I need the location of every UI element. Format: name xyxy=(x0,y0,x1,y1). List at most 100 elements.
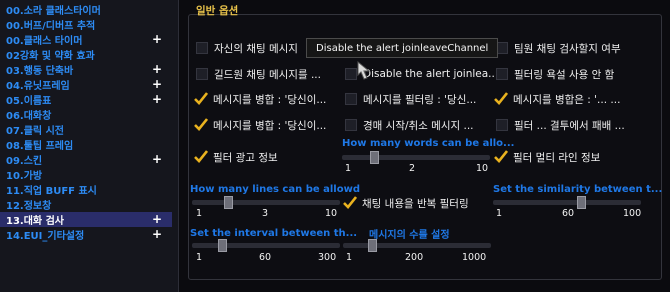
option-label: 필터 광고 정보 xyxy=(213,151,278,164)
sidebar-item-label: 07.클릭 시전 xyxy=(6,126,64,137)
sidebar-item-eui-misc[interactable]: 14.EUI_기타설정 + xyxy=(0,227,172,242)
sidebar-item-chat-frame[interactable]: 06.대화창 xyxy=(0,107,172,122)
option-own-chat-message[interactable]: 자신의 채팅 메시지 xyxy=(196,40,298,56)
slider-value[interactable]: 3 xyxy=(262,208,268,219)
sidebar-item-label: 14.EUI_기타설정 xyxy=(6,231,85,242)
option-auction-message[interactable]: 경매 시작/취소 메시지 ... xyxy=(345,117,474,133)
sidebar-item-sora-class-timer[interactable]: 00.소라 클래스타이머 xyxy=(0,2,172,17)
expand-icon[interactable]: + xyxy=(152,62,162,77)
sidebar-item-nameplate[interactable]: 05.이름표 + xyxy=(0,92,172,107)
slider-title-interval: Set the interval between th... xyxy=(190,228,358,239)
sidebar-item-click-cast[interactable]: 07.클릭 시전 xyxy=(0,122,172,137)
option-no-profanity-filter[interactable]: 필터링 욕설 사용 안 함 xyxy=(496,66,614,82)
slider-title-count: 메시지의 수를 설정 xyxy=(369,230,450,241)
sidebar-item-label: 13.대화 검사 xyxy=(6,216,64,227)
option-filter-repeat-chat[interactable]: 채팅 내용을 반복 필터링 xyxy=(343,195,469,211)
slider-value[interactable]: 60 xyxy=(562,208,574,219)
sidebar: 00.소라 클래스타이머 00.버프/디버프 추적 00.클래스 타이머 + 02… xyxy=(0,0,179,292)
checkmark-icon[interactable] xyxy=(494,150,508,164)
slider-max: 1000 xyxy=(462,252,487,263)
slider-track-words[interactable] xyxy=(342,155,490,160)
slider-max: 100 xyxy=(623,208,642,219)
expand-icon[interactable]: + xyxy=(152,32,162,47)
sidebar-item-buff-tracker[interactable]: 00.버프/디버프 추적 xyxy=(0,17,172,32)
slider-knob-count[interactable] xyxy=(368,239,377,252)
sidebar-item-label: 10.가방 xyxy=(6,171,43,182)
sidebar-item-unit-frame[interactable]: 04.유닛프레임 + xyxy=(0,77,172,92)
sidebar-item-label: 00.버프/디버프 추적 xyxy=(6,21,96,32)
tooltip: Disable the alert joinleaveChannel xyxy=(306,38,499,58)
slider-min: 1 xyxy=(346,252,353,263)
option-merge-message-1[interactable]: 메시지를 병합 : '당신이... xyxy=(194,91,326,107)
option-label: 메시지를 필터링 : '당신... xyxy=(363,93,477,106)
expand-icon[interactable] xyxy=(152,122,162,137)
slider-max: 10 xyxy=(476,163,489,174)
option-label: Disable the alert joinlea... xyxy=(363,68,499,80)
sidebar-item-label: 00.클래스 타이머 xyxy=(6,36,83,47)
sidebar-item-info-panel[interactable]: 12.정보창 xyxy=(0,197,172,212)
slider-max: 10 xyxy=(325,208,338,219)
sidebar-item-tooltip-frame[interactable]: 08.툴팁 프레임 xyxy=(0,137,172,152)
option-filter-ads[interactable]: 필터 광고 정보 xyxy=(194,149,278,165)
option-filter-multiline[interactable]: 필터 멀티 라인 정보 xyxy=(494,149,600,165)
checkmark-icon[interactable] xyxy=(494,92,508,106)
option-filter-duel-loss[interactable]: 필터 ... 결투에서 패배 ... xyxy=(496,117,625,133)
expand-icon[interactable] xyxy=(152,47,162,62)
expand-icon[interactable]: + xyxy=(152,77,162,92)
slider-min: 1 xyxy=(496,208,503,219)
checkmark-icon[interactable] xyxy=(343,196,357,210)
slider-value[interactable]: 200 xyxy=(405,252,423,263)
expand-icon[interactable]: + xyxy=(152,152,162,167)
expand-icon[interactable]: + xyxy=(152,92,162,107)
option-check-team-chat[interactable]: 팀원 채팅 검사할지 여부 xyxy=(496,40,621,56)
sidebar-item-label: 00.소라 클래스타이머 xyxy=(6,6,101,17)
option-guild-chat-message[interactable]: 길드원 채팅 메시지를 ... xyxy=(196,66,321,82)
expand-icon[interactable] xyxy=(152,167,162,182)
slider-value[interactable]: 60 xyxy=(259,252,271,263)
slider-track-similarity[interactable] xyxy=(493,200,641,205)
checkbox[interactable] xyxy=(345,93,357,105)
sidebar-item-label: 03.행동 단축바 xyxy=(6,66,74,77)
slider-value[interactable]: 2 xyxy=(409,163,415,174)
checkbox[interactable] xyxy=(196,42,208,54)
sidebar-item-action-bar[interactable]: 03.행동 단축바 + xyxy=(0,62,172,77)
expand-icon[interactable]: + xyxy=(152,227,162,242)
expand-icon[interactable] xyxy=(152,17,162,32)
sidebar-item-label: 12.정보창 xyxy=(6,201,52,212)
option-merge-message-2[interactable]: 메시지를 병합은 : '... ... xyxy=(494,91,620,107)
expand-icon[interactable]: + xyxy=(152,212,162,227)
option-label: 메시지를 병합은 : '... ... xyxy=(513,93,621,106)
option-merge-message-3[interactable]: 메시지를 병합 : '당신이... xyxy=(194,117,326,133)
sidebar-item-skin[interactable]: 09.스킨 + xyxy=(0,152,172,167)
slider-knob-similarity[interactable] xyxy=(577,196,586,209)
expand-icon[interactable] xyxy=(152,197,162,212)
expand-icon[interactable] xyxy=(152,182,162,197)
sidebar-item-label: 05.이름표 xyxy=(6,96,52,107)
checkbox[interactable] xyxy=(496,119,508,131)
slider-track-lines[interactable] xyxy=(192,200,340,205)
sidebar-item-bag[interactable]: 10.가방 xyxy=(0,167,172,182)
slider-knob-words[interactable] xyxy=(370,151,379,164)
expand-icon[interactable] xyxy=(152,2,162,17)
sidebar-item-chat-check[interactable]: 13.대화 검사 + xyxy=(0,212,172,227)
slider-min: 1 xyxy=(196,252,203,263)
sidebar-item-class-buff[interactable]: 11.직업 BUFF 표시 xyxy=(0,182,172,197)
section-title: 일반 옵션 xyxy=(196,5,239,17)
checkbox[interactable] xyxy=(496,68,508,80)
slider-knob-interval[interactable] xyxy=(218,239,227,252)
expand-icon[interactable] xyxy=(152,107,162,122)
checkmark-icon[interactable] xyxy=(194,92,208,106)
sidebar-item-class-timer[interactable]: 00.클래스 타이머 + xyxy=(0,32,172,47)
slider-track-count[interactable] xyxy=(343,243,491,248)
slider-track-interval[interactable] xyxy=(192,243,340,248)
option-label: 필터링 욕설 사용 안 함 xyxy=(514,68,615,81)
checkmark-icon[interactable] xyxy=(194,118,208,132)
checkbox[interactable] xyxy=(196,68,208,80)
expand-icon[interactable] xyxy=(152,137,162,152)
slider-knob-lines[interactable] xyxy=(224,196,233,209)
sidebar-item-buff-debuff[interactable]: 02강화 및 약화 효과 xyxy=(0,47,172,62)
checkmark-icon[interactable] xyxy=(194,150,208,164)
slider-title-words: How many words can be allo... xyxy=(342,138,515,149)
option-filter-message[interactable]: 메시지를 필터링 : '당신... xyxy=(345,91,476,107)
checkbox[interactable] xyxy=(345,119,357,131)
